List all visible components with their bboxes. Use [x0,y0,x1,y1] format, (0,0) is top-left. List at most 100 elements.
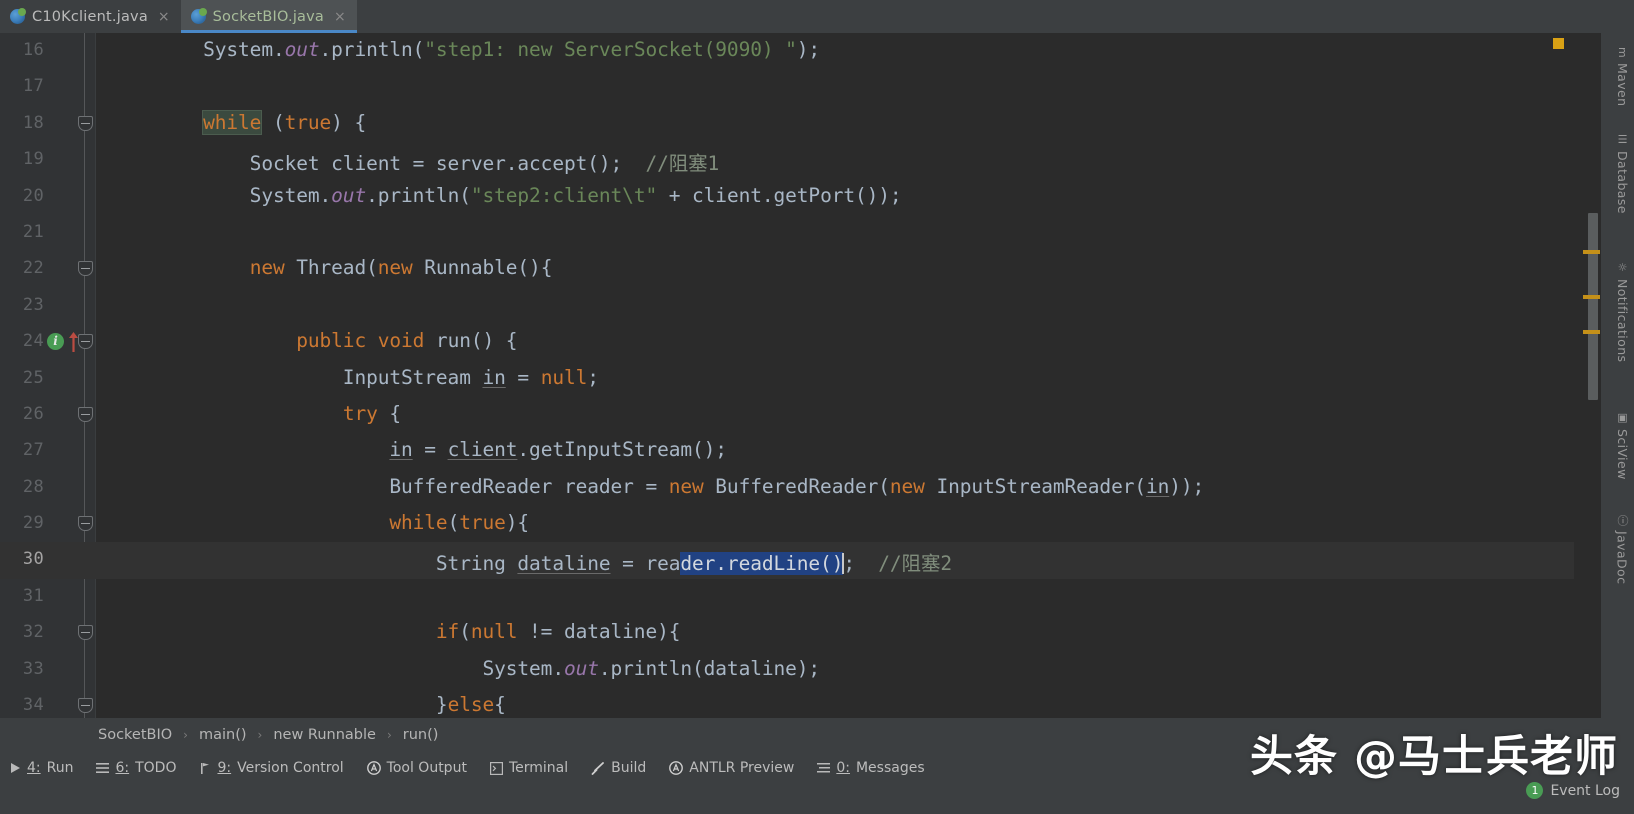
branch-icon [199,762,211,775]
line-number: 30 [22,549,44,570]
statusbar-item-version-control[interactable]: 9: Version Control [189,756,356,780]
tool-window-maven[interactable]: m Maven [1615,47,1630,107]
fold-toggle-icon[interactable] [78,261,93,277]
line-number: 34 [22,695,44,716]
code-line[interactable]: 16 System.out.println("step1: new Server… [0,33,1634,69]
statusbar-item-label: Messages [855,760,925,776]
stripe-warning-line[interactable] [1583,250,1601,254]
code-token: ){ [505,511,530,535]
code-line[interactable]: 17 [0,69,1634,105]
fold-toggle-icon[interactable] [78,625,93,641]
code-token: .println(dataline); [598,656,821,680]
code-token: null [470,620,518,644]
code-line[interactable]: 26 try { [0,397,1634,433]
statusbar-item-shortcut: 9: [217,760,232,776]
code-token: )); [1169,474,1205,498]
statusbar-item-terminal[interactable]: Terminal [480,756,581,780]
code-token: new [377,256,413,280]
code-text: if(null != dataline){ [110,620,681,644]
override-arrow-icon[interactable] [68,331,79,353]
code-token: try [342,401,378,425]
code-token: ( [261,110,285,134]
play-icon [10,762,21,774]
run-gutter-icon[interactable]: i [47,333,64,351]
fold-toggle-icon[interactable] [78,115,93,131]
code-token: in [1146,474,1170,498]
code-line[interactable]: 34 }else{ [0,688,1634,718]
breadcrumb-item[interactable]: main() [197,727,249,743]
event-log-button[interactable]: 1 Event Log [1526,782,1634,799]
statusbar-item-run[interactable]: 4: Run [0,756,86,780]
code-line[interactable]: 25 InputStream in = null; [0,361,1634,397]
code-line[interactable]: 19 Socket client = server.accept(); //阻塞… [0,142,1634,178]
tool-window-label: SciView [1615,429,1630,481]
editor-tab-socketbio[interactable]: SocketBIO.java × [180,0,357,33]
code-token: ; [843,552,879,576]
line-number: 22 [22,258,44,279]
code-editor[interactable]: 16 System.out.println("step1: new Server… [0,33,1634,718]
code-text: String dataline = reader.readLine(); //阻… [110,547,952,576]
fold-toggle-icon[interactable] [78,406,93,422]
fold-toggle-icon[interactable] [78,698,93,714]
code-token: .println( [366,183,471,207]
code-token: while [203,110,262,134]
statusbar-item-messages[interactable]: 0: Messages [807,756,937,780]
code-token: Runnable(){ [412,256,553,280]
editor-tab-c10kclient[interactable]: C10Kclient.java × [0,0,181,33]
line-number: 20 [22,185,44,206]
statusbar-item-todo[interactable]: 6: TODO [86,756,189,780]
code-line[interactable]: 33 System.out.println(dataline); [0,652,1634,688]
breadcrumb-item[interactable]: run() [401,727,441,743]
code-token: BufferedReader( [703,474,890,498]
statusbar-item-antlr-preview[interactable]: ANTLR Preview [659,756,807,780]
code-text: }else{ [110,693,506,716]
breadcrumb-item[interactable]: SocketBIO [96,727,174,743]
code-line[interactable]: 24 i public void run() { [0,324,1634,360]
scrollbar-thumb[interactable] [1588,213,1598,400]
stripe-warning-line[interactable] [1583,295,1601,299]
fold-toggle-icon[interactable] [78,334,93,350]
code-text: System.out.println("step2:client\t" + cl… [110,184,902,207]
code-line[interactable]: 28 BufferedReader reader = new BufferedR… [0,470,1634,506]
code-token: null [540,365,588,389]
code-token: public [296,329,367,353]
code-token: { [494,693,506,717]
statusbar-item-build[interactable]: Build [581,756,659,780]
warning-marker[interactable] [1553,38,1564,49]
fold-toggle-icon[interactable] [78,516,93,532]
tool-window-notifications[interactable]: ☼ Notifications [1615,261,1630,363]
tool-window-database[interactable]: ☰ Database [1615,133,1630,214]
code-line[interactable]: 23 [0,288,1634,324]
event-log-label: Event Log [1550,782,1620,799]
code-token: in [389,438,413,462]
code-line[interactable]: 30 String dataline = reader.readLine(); … [0,542,1634,579]
breadcrumb-item[interactable]: new Runnable [271,727,378,743]
code-line[interactable]: 32 if(null != dataline){ [0,615,1634,651]
code-token: System. [110,656,564,680]
code-token: new [668,474,704,498]
code-line[interactable]: 27 in = client.getInputStream(); [0,433,1634,469]
line-number: 31 [22,585,44,606]
code-line[interactable]: 31 [0,579,1634,615]
code-line[interactable]: 21 [0,215,1634,251]
tool-window-sciview[interactable]: ▣ SciView [1615,411,1630,480]
code-token: = [412,438,448,462]
code-token: = [505,365,541,389]
code-token: Socket client = server.accept(); [110,152,646,176]
statusbar-item-label: Terminal [508,760,569,776]
code-line[interactable]: 29 while(true){ [0,506,1634,542]
tool-window-javadoc[interactable]: ⓘ JavaDoc [1614,515,1630,585]
line-number: 25 [22,367,44,388]
close-icon[interactable]: × [158,9,170,25]
statusbar-item-tool-output[interactable]: Tool Output [357,756,480,780]
code-line[interactable]: 20 System.out.println("step2:client\t" +… [0,179,1634,215]
statusbar-item-label: TODO [135,760,177,776]
close-icon[interactable]: × [334,9,346,25]
code-line[interactable]: 18 while (true) { [0,106,1634,142]
tool-window-label: Database [1615,151,1630,215]
line-number: 23 [22,294,44,315]
stripe-warning-line[interactable] [1583,330,1601,334]
code-line[interactable]: 22 new Thread(new Runnable(){ [0,251,1634,287]
